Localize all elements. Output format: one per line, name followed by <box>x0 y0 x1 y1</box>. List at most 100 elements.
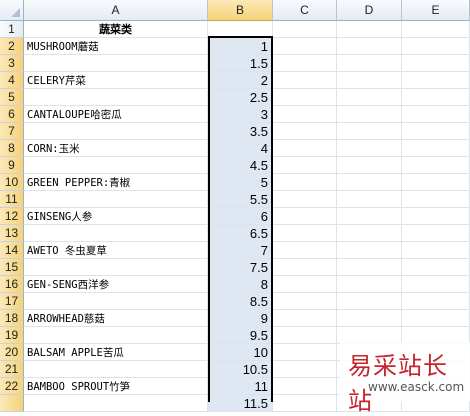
cell-empty[interactable] <box>273 378 337 395</box>
cell-empty[interactable] <box>402 38 470 55</box>
cell-b[interactable]: 3 <box>208 106 273 123</box>
row-header[interactable]: 1 <box>0 21 24 38</box>
cell-b[interactable] <box>208 21 273 38</box>
cell-empty[interactable] <box>402 140 470 157</box>
cell-empty[interactable] <box>402 242 470 259</box>
cell-empty[interactable] <box>337 89 402 106</box>
cell-empty[interactable] <box>402 72 470 89</box>
row-header[interactable]: 19 <box>0 327 24 344</box>
cell-empty[interactable] <box>337 259 402 276</box>
row-header[interactable] <box>0 395 24 412</box>
cell-empty[interactable] <box>273 259 337 276</box>
cell-empty[interactable] <box>273 55 337 72</box>
cell-a[interactable] <box>24 293 208 310</box>
cell-empty[interactable] <box>337 191 402 208</box>
cell-empty[interactable] <box>402 259 470 276</box>
cell-a[interactable] <box>24 55 208 72</box>
row-header[interactable]: 4 <box>0 72 24 89</box>
cell-a[interactable]: BALSAM APPLE苦瓜 <box>24 344 208 361</box>
cell-a[interactable] <box>24 157 208 174</box>
cell-empty[interactable] <box>273 140 337 157</box>
cell-b[interactable]: 1.5 <box>208 55 273 72</box>
cell-a[interactable]: CELERY芹菜 <box>24 72 208 89</box>
cell-empty[interactable] <box>337 72 402 89</box>
row-header[interactable]: 9 <box>0 157 24 174</box>
cell-empty[interactable] <box>337 157 402 174</box>
cell-empty[interactable] <box>273 225 337 242</box>
cell-b[interactable]: 10 <box>208 344 273 361</box>
cell-empty[interactable] <box>273 21 337 38</box>
cell-empty[interactable] <box>337 106 402 123</box>
cell-b[interactable]: 9.5 <box>208 327 273 344</box>
cell-b[interactable]: 5.5 <box>208 191 273 208</box>
cell-a-header[interactable]: 蔬菜类 <box>24 21 208 38</box>
cell-b[interactable]: 3.5 <box>208 123 273 140</box>
cell-a[interactable]: BAMBOO SPROUT竹笋 <box>24 378 208 395</box>
cell-empty[interactable] <box>337 174 402 191</box>
row-header[interactable]: 12 <box>0 208 24 225</box>
cell-a[interactable]: AWETO 冬虫夏草 <box>24 242 208 259</box>
row-header[interactable]: 8 <box>0 140 24 157</box>
cell-a[interactable]: CANTALOUPE哈密瓜 <box>24 106 208 123</box>
column-header-c[interactable]: C <box>273 0 337 21</box>
row-header[interactable]: 6 <box>0 106 24 123</box>
cell-empty[interactable] <box>337 276 402 293</box>
cell-a[interactable]: CORN:玉米 <box>24 140 208 157</box>
cell-empty[interactable] <box>402 208 470 225</box>
cell-b[interactable]: 7 <box>208 242 273 259</box>
cell-empty[interactable] <box>273 38 337 55</box>
row-header[interactable]: 21 <box>0 361 24 378</box>
cell-empty[interactable] <box>273 344 337 361</box>
cell-a[interactable] <box>24 123 208 140</box>
cell-b[interactable]: 11.5 <box>208 395 273 412</box>
cell-b[interactable]: 8.5 <box>208 293 273 310</box>
row-header[interactable]: 14 <box>0 242 24 259</box>
cell-b[interactable]: 5 <box>208 174 273 191</box>
row-header[interactable]: 22 <box>0 378 24 395</box>
row-header[interactable]: 2 <box>0 38 24 55</box>
cell-empty[interactable] <box>402 157 470 174</box>
row-header[interactable]: 5 <box>0 89 24 106</box>
cell-b[interactable]: 7.5 <box>208 259 273 276</box>
cell-empty[interactable] <box>273 242 337 259</box>
cell-empty[interactable] <box>337 208 402 225</box>
cell-empty[interactable] <box>402 191 470 208</box>
cell-empty[interactable] <box>273 276 337 293</box>
cell-empty[interactable] <box>402 174 470 191</box>
row-header[interactable]: 10 <box>0 174 24 191</box>
cell-empty[interactable] <box>273 361 337 378</box>
cell-empty[interactable] <box>273 327 337 344</box>
row-header[interactable]: 16 <box>0 276 24 293</box>
cell-empty[interactable] <box>337 21 402 38</box>
cell-b[interactable]: 10.5 <box>208 361 273 378</box>
cell-empty[interactable] <box>402 123 470 140</box>
row-header[interactable]: 3 <box>0 55 24 72</box>
column-header-e[interactable]: E <box>402 0 470 21</box>
cell-empty[interactable] <box>273 395 337 412</box>
cell-empty[interactable] <box>337 310 402 327</box>
cell-empty[interactable] <box>337 38 402 55</box>
select-all-corner[interactable] <box>0 0 24 21</box>
cell-b[interactable]: 1 <box>208 38 273 55</box>
cell-a[interactable]: GREEN PEPPER:青椒 <box>24 174 208 191</box>
cell-b[interactable]: 11 <box>208 378 273 395</box>
row-header[interactable]: 18 <box>0 310 24 327</box>
cell-b[interactable]: 4.5 <box>208 157 273 174</box>
cell-empty[interactable] <box>337 123 402 140</box>
row-header[interactable]: 15 <box>0 259 24 276</box>
cell-a[interactable]: GINSENG人参 <box>24 208 208 225</box>
cell-a[interactable] <box>24 327 208 344</box>
cell-empty[interactable] <box>273 123 337 140</box>
cell-empty[interactable] <box>273 106 337 123</box>
cell-b[interactable]: 6 <box>208 208 273 225</box>
row-header[interactable]: 11 <box>0 191 24 208</box>
cell-a[interactable] <box>24 191 208 208</box>
cell-b[interactable]: 8 <box>208 276 273 293</box>
cell-empty[interactable] <box>273 310 337 327</box>
cell-empty[interactable] <box>273 174 337 191</box>
cell-empty[interactable] <box>337 293 402 310</box>
cell-empty[interactable] <box>402 89 470 106</box>
cell-b[interactable]: 4 <box>208 140 273 157</box>
cell-empty[interactable] <box>273 293 337 310</box>
cell-a[interactable] <box>24 361 208 378</box>
